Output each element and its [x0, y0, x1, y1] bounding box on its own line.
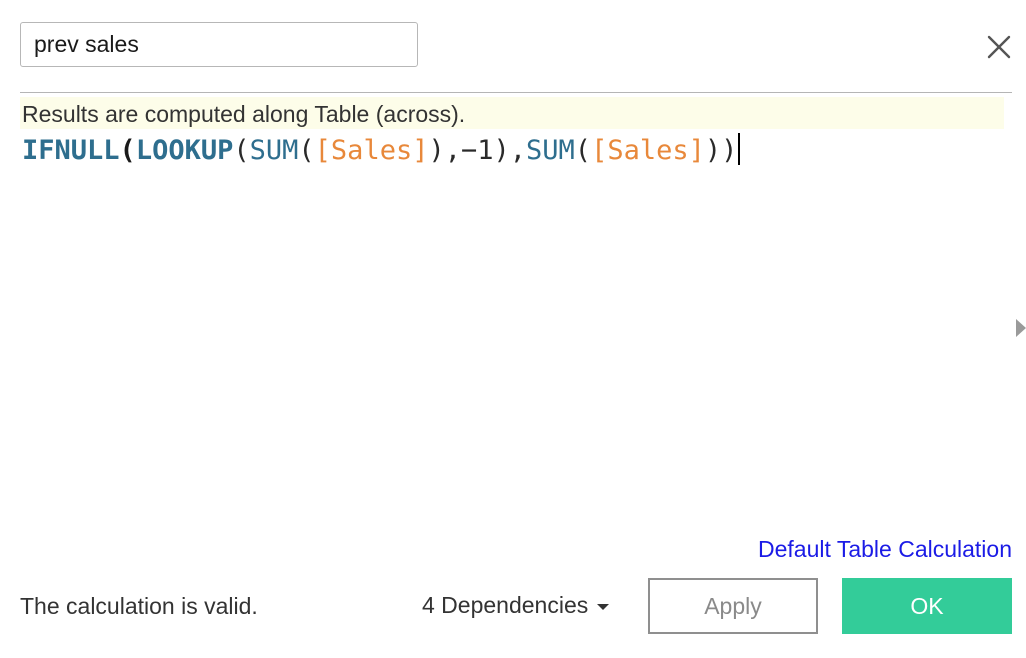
apply-button[interactable]: Apply [648, 578, 818, 634]
info-bar: Results are computed along Table (across… [20, 97, 1004, 129]
formula-function-lookup: LOOKUP [135, 135, 234, 166]
formula-paren: ( [233, 135, 250, 166]
formula-field-sales: [Sales] [314, 135, 429, 166]
text-caret [738, 133, 741, 165]
calculation-editor-dialog: Results are computed along Table (across… [0, 0, 1026, 658]
validation-status: The calculation is valid. [20, 593, 258, 619]
formula-operator: ),−1), [428, 135, 527, 166]
header-divider [20, 92, 1012, 93]
formula-field-sales: [Sales] [591, 135, 705, 166]
expand-panel-arrow-icon[interactable] [1016, 319, 1026, 337]
ok-button[interactable]: OK [842, 578, 1012, 634]
formula-function-sum: SUM [526, 135, 575, 166]
formula-paren: ( [298, 135, 315, 166]
dependencies-dropdown[interactable]: 4 Dependencies [422, 592, 610, 619]
formula-paren: )) [704, 135, 738, 166]
chevron-down-icon [597, 603, 610, 610]
close-button[interactable] [982, 30, 1016, 64]
formula-function-ifnull: IFNULL [22, 135, 120, 166]
close-icon [987, 35, 1011, 59]
formula-paren: ( [574, 135, 592, 166]
default-table-calculation-link[interactable]: Default Table Calculation [758, 536, 1012, 563]
formula-editor[interactable]: IFNULL(LOOKUP(SUM([Sales]),−1),SUM([Sale… [22, 132, 741, 170]
computation-info-text: Results are computed along Table (across… [22, 101, 466, 127]
dependencies-label: 4 Dependencies [422, 592, 589, 618]
formula-function-sum: SUM [249, 135, 299, 166]
calculation-name-input[interactable] [20, 22, 418, 67]
formula-paren: ( [119, 135, 136, 166]
